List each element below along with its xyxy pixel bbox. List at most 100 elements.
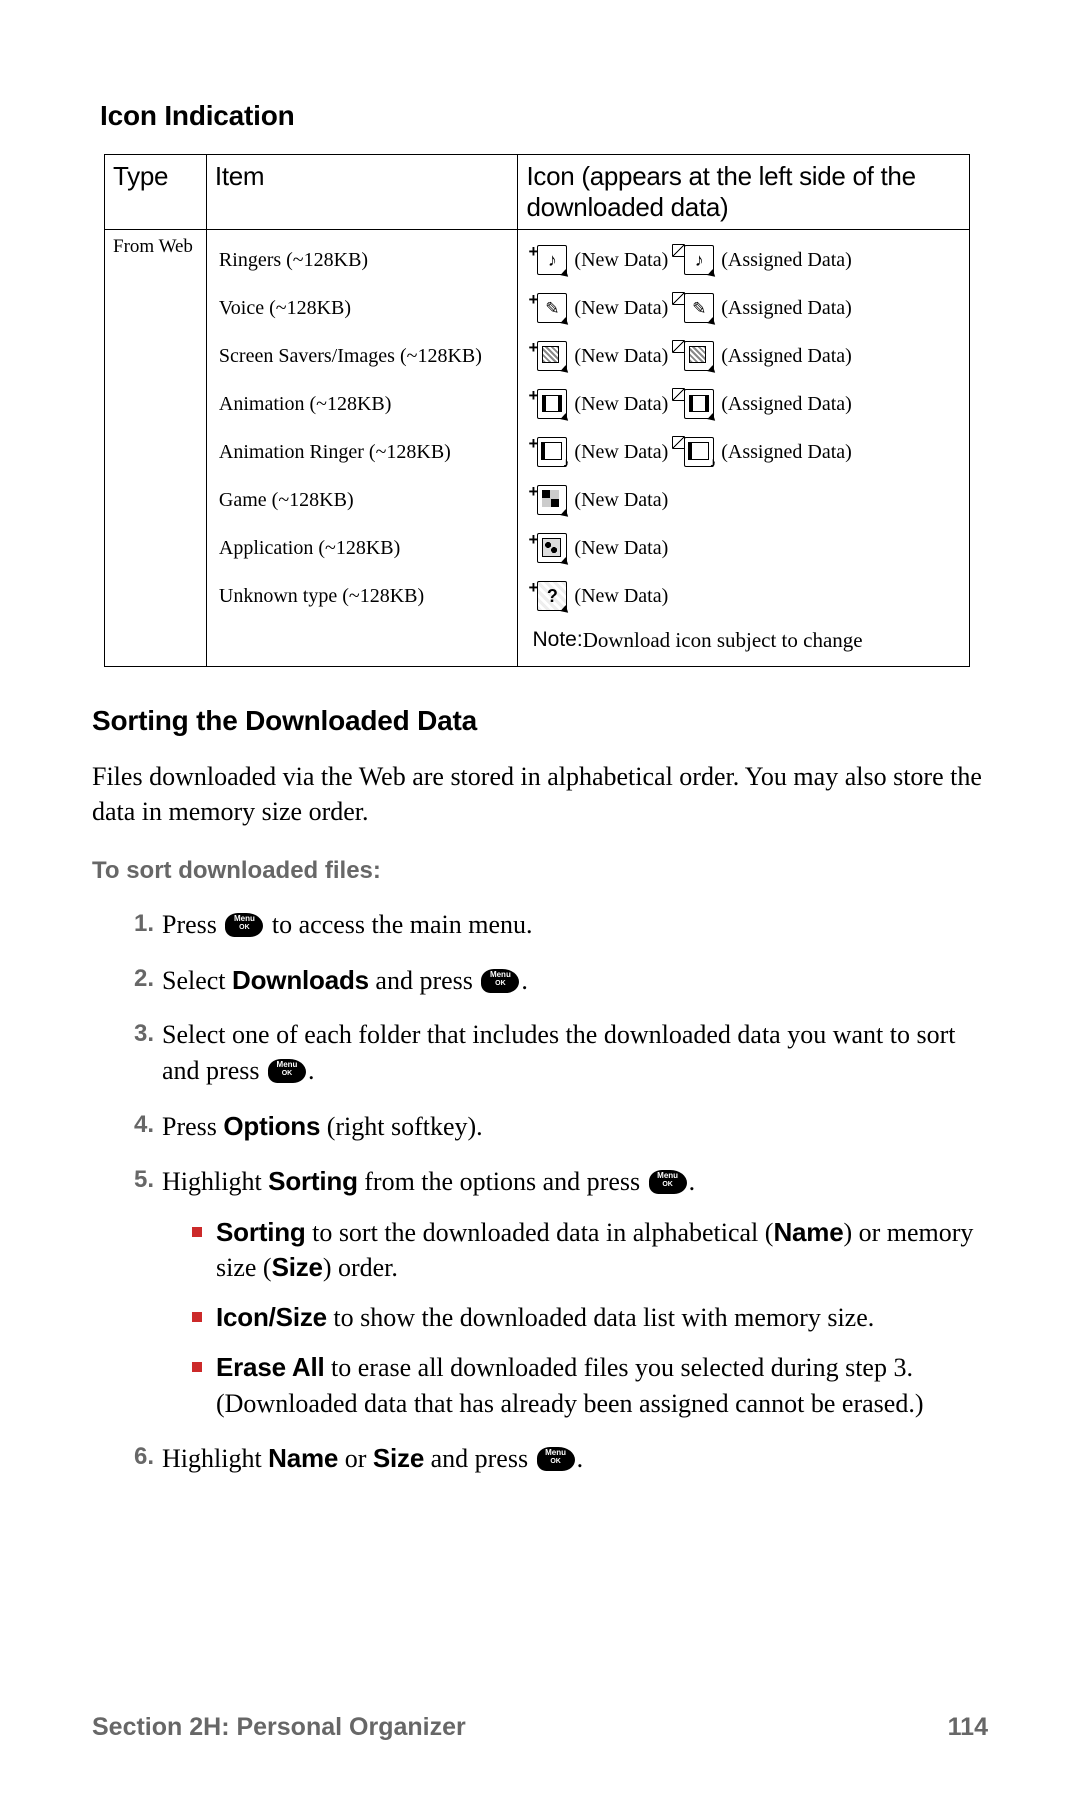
text: . <box>577 1444 584 1473</box>
bold: Name <box>773 1217 843 1247</box>
bold: Name <box>268 1443 338 1473</box>
footer-page-number: 114 <box>948 1713 988 1742</box>
table-note: Note: Download icon subject to change <box>526 620 961 660</box>
step-4: Press Options (right softkey). <box>128 1108 988 1145</box>
leadin: To sort downloaded files: <box>92 857 988 885</box>
new-data-label: (New Data) <box>574 297 668 320</box>
assigned-data-icon <box>672 293 714 323</box>
step-6: Highlight Name or Size and press . <box>128 1440 988 1477</box>
pixel-icon <box>684 389 714 419</box>
icon-indication-table: Type Item Icon (appears at the left side… <box>104 154 970 667</box>
new-data-label: (New Data) <box>574 345 668 368</box>
assigned-data-label: (Assigned Data) <box>721 441 852 464</box>
icon-row: +(New Data)(Assigned Data) <box>526 284 961 332</box>
steps-list: Press to access the main menu. Select Do… <box>92 907 988 1477</box>
pixel-icon <box>684 437 714 467</box>
bold: Downloads <box>232 965 369 995</box>
th-icon: Icon (appears at the left side of the do… <box>518 155 970 230</box>
item-row: Animation Ringer (~128KB) <box>215 428 510 476</box>
bold: Size <box>272 1252 323 1282</box>
new-data-label: (New Data) <box>574 249 668 272</box>
bullet-eraseall: Erase All to erase all downloaded files … <box>192 1350 988 1422</box>
bold: Options <box>223 1111 320 1141</box>
icon-row: + (New Data) (Assigned Data) <box>526 332 961 380</box>
bold: Size <box>373 1443 424 1473</box>
note-text: Download icon subject to change <box>583 628 863 653</box>
pixel-icon <box>684 245 714 275</box>
new-data-icon: + <box>528 581 567 611</box>
pixel-icon <box>537 341 567 371</box>
assigned-data-icon <box>672 245 714 275</box>
item-row: Voice (~128KB) <box>215 284 510 332</box>
menu-ok-key-icon <box>225 913 263 937</box>
menu-ok-key-icon <box>268 1059 306 1083</box>
bullet-sorting: Sorting to sort the downloaded data in a… <box>192 1215 988 1287</box>
text: Press <box>162 910 223 939</box>
text: to show the downloaded data list with me… <box>327 1303 874 1332</box>
assigned-data-icon <box>672 341 714 371</box>
menu-ok-key-icon <box>537 1447 575 1471</box>
new-data-label: (New Data) <box>574 585 668 608</box>
item-row: Game (~128KB) <box>215 476 510 524</box>
assigned-data-label: (Assigned Data) <box>721 345 852 368</box>
step-1: Press to access the main menu. <box>128 907 988 943</box>
pixel-icon <box>537 581 567 611</box>
new-data-label: (New Data) <box>574 393 668 416</box>
icon-row: +(New Data)(Assigned Data) <box>526 236 961 284</box>
pixel-icon <box>537 245 567 275</box>
bullet-iconsize: Icon/Size to show the downloaded data li… <box>192 1300 988 1336</box>
item-row: Unknown type (~128KB) <box>215 572 510 620</box>
text: to sort the downloaded data in alphabeti… <box>306 1218 774 1247</box>
th-type: Type <box>105 155 207 230</box>
bold: Sorting <box>268 1166 358 1196</box>
text: and press <box>369 966 479 995</box>
item-row: Animation (~128KB) <box>215 380 510 428</box>
text: ) order. <box>323 1253 398 1282</box>
text: or <box>338 1444 373 1473</box>
new-data-label: (New Data) <box>574 441 668 464</box>
text: from the options and press <box>358 1167 647 1196</box>
icon-row: + (New Data) <box>526 572 961 620</box>
new-data-label: (New Data) <box>574 537 668 560</box>
icon-row: +(New Data) <box>526 524 961 572</box>
new-data-icon: + <box>528 485 567 515</box>
pixel-icon <box>684 341 714 371</box>
text: . <box>521 966 528 995</box>
bold: Icon/Size <box>216 1302 327 1332</box>
new-data-icon: + <box>528 437 567 467</box>
item-cell: Ringers (~128KB) Voice (~128KB) Screen S… <box>206 230 518 667</box>
assigned-data-label: (Assigned Data) <box>721 249 852 272</box>
pixel-icon <box>684 293 714 323</box>
new-data-label: (New Data) <box>574 489 668 512</box>
pixel-icon <box>537 293 567 323</box>
menu-ok-key-icon <box>649 1170 687 1194</box>
icon-cell: +(New Data)(Assigned Data)+(New Data)(As… <box>518 230 970 667</box>
th-item: Item <box>206 155 518 230</box>
pixel-icon <box>537 389 567 419</box>
heading-icon-indication: Icon Indication <box>100 100 988 132</box>
assigned-data-label: (Assigned Data) <box>721 393 852 416</box>
step-5-sublist: Sorting to sort the downloaded data in a… <box>162 1215 988 1422</box>
icon-row: + (New Data) (Assigned Data) <box>526 428 961 476</box>
text: (right softkey). <box>320 1112 482 1141</box>
new-data-icon: + <box>528 341 567 371</box>
new-data-icon: + <box>528 293 567 323</box>
text: . <box>308 1056 315 1085</box>
item-row: Application (~128KB) <box>215 524 510 572</box>
heading-sorting: Sorting the Downloaded Data <box>92 705 988 737</box>
text: Highlight <box>162 1167 268 1196</box>
page-footer: Section 2H: Personal Organizer 114 <box>92 1713 988 1742</box>
pixel-icon <box>537 437 567 467</box>
item-row: Screen Savers/Images (~128KB) <box>215 332 510 380</box>
pixel-icon <box>537 485 567 515</box>
text: Select <box>162 966 232 995</box>
text: Press <box>162 1112 223 1141</box>
bold: Sorting <box>216 1217 306 1247</box>
text: to access the main menu. <box>265 910 532 939</box>
step-3: Select one of each folder that includes … <box>128 1017 988 1090</box>
item-row: Ringers (~128KB) <box>215 236 510 284</box>
icon-row: +(New Data)(Assigned Data) <box>526 380 961 428</box>
step-5: Highlight Sorting from the options and p… <box>128 1163 988 1422</box>
assigned-data-icon <box>672 437 714 467</box>
footer-section: Section 2H: Personal Organizer <box>92 1713 466 1742</box>
